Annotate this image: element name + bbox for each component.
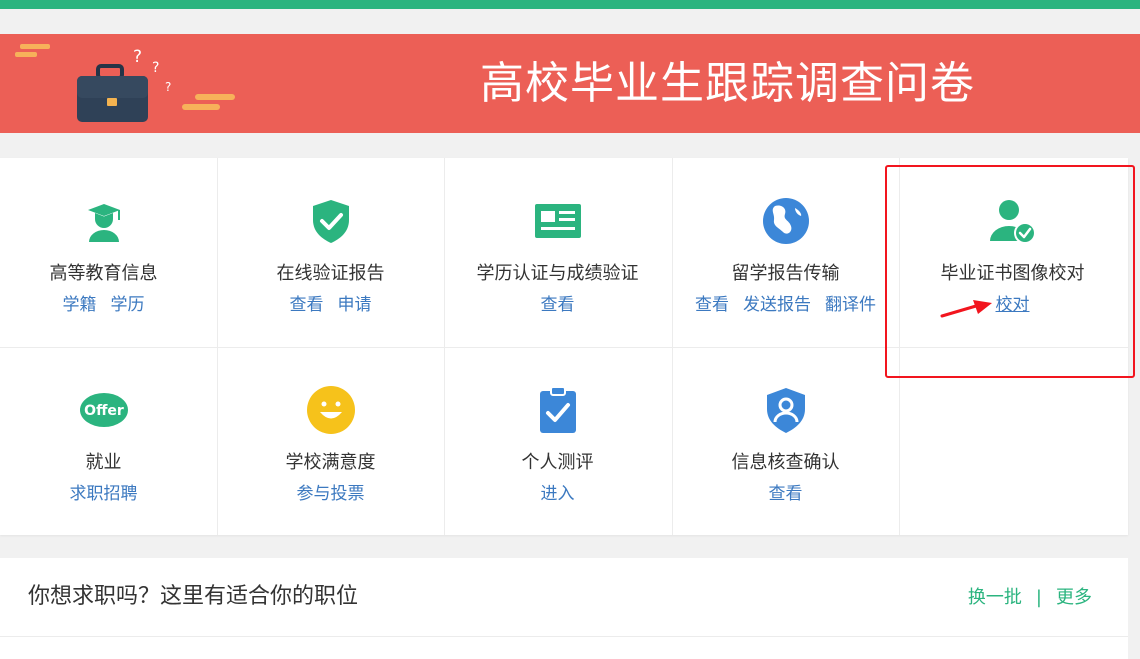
service-title: 高等教育信息: [49, 263, 158, 284]
service-title: 就业: [85, 452, 122, 473]
refresh-batch-link[interactable]: 换一批: [968, 587, 1022, 608]
service-link-enter[interactable]: 进入: [541, 482, 575, 506]
smiley-icon: [306, 386, 355, 434]
service-link-degree[interactable]: 学历: [111, 293, 145, 317]
service-link-apply[interactable]: 申请: [338, 293, 372, 317]
service-title: 学校满意度: [285, 452, 376, 473]
service-online-verification: 在线验证报告 查看 申请: [217, 158, 444, 347]
service-link-view[interactable]: 查看: [290, 293, 324, 317]
service-personal-assessment: 个人测评 进入: [444, 347, 671, 536]
service-school-satisfaction: 学校满意度 参与投票: [217, 347, 444, 536]
briefcase-illustration: ? ? ?: [15, 44, 235, 122]
service-title: 信息核查确认: [731, 452, 840, 473]
service-title: 个人测评: [521, 452, 594, 473]
service-link-view[interactable]: 查看: [769, 482, 803, 506]
service-link-vote[interactable]: 参与投票: [297, 482, 365, 506]
service-title: 留学报告传输: [731, 263, 840, 284]
svg-text:?: ?: [133, 47, 142, 67]
shield-check-icon: [312, 200, 349, 243]
actions-separator: |: [1035, 587, 1042, 608]
service-higher-education-info: 高等教育信息 学籍 学历: [0, 158, 217, 347]
offer-icon-text: Offer: [84, 403, 124, 419]
section-divider: [0, 636, 1128, 637]
top-accent-bar: [0, 0, 1140, 9]
service-title: 在线验证报告: [276, 263, 385, 284]
clipboard-check-icon: [539, 386, 576, 433]
service-title: 学历认证与成绩验证: [476, 263, 639, 284]
svg-text:?: ?: [152, 60, 159, 76]
globe-icon: [762, 198, 809, 244]
pointer-arrow-icon: [940, 300, 992, 318]
service-link-view[interactable]: 查看: [695, 293, 729, 317]
service-degree-certification: 学历认证与成绩验证 查看: [444, 158, 671, 347]
graduate-icon: [87, 204, 120, 242]
service-link-student-status[interactable]: 学籍: [63, 293, 97, 317]
jobs-section-actions: 换一批 | 更多: [968, 585, 1092, 611]
banner-title: 高校毕业生跟踪调查问卷: [480, 58, 975, 109]
service-link-send-report[interactable]: 发送报告: [743, 293, 811, 317]
service-employment: Offer 就业 求职招聘: [0, 347, 217, 536]
jobs-section: 你想求职吗？这里有适合你的职位 换一批 | 更多: [0, 558, 1128, 659]
id-card-icon: [534, 204, 581, 238]
svg-text:?: ?: [165, 80, 171, 94]
service-link-job-search[interactable]: 求职招聘: [70, 482, 138, 506]
highlight-box: [885, 165, 1135, 378]
service-study-abroad-report: 留学报告传输 查看 发送报告 翻译件: [672, 158, 899, 347]
more-link[interactable]: 更多: [1056, 587, 1092, 608]
service-link-translation[interactable]: 翻译件: [825, 293, 876, 317]
offer-icon: Offer: [79, 393, 128, 427]
jobs-section-title: 你想求职吗？这里有适合你的职位: [28, 584, 359, 609]
service-link-view[interactable]: 查看: [541, 293, 575, 317]
service-info-verification: 信息核查确认 查看: [672, 347, 899, 536]
user-shield-icon: [766, 388, 805, 433]
